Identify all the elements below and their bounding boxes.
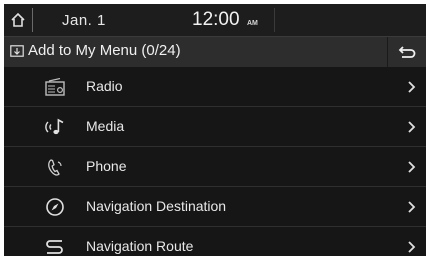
menu-item-label: Phone bbox=[86, 158, 127, 174]
home-button[interactable] bbox=[4, 4, 32, 36]
divider bbox=[32, 8, 33, 32]
menu-list: Radio Media Phone Navigation Destination… bbox=[4, 67, 426, 256]
back-arrow-icon bbox=[398, 46, 416, 58]
menu-item-label: Media bbox=[86, 118, 125, 134]
page-title: Add to My Menu (0/24) bbox=[28, 42, 181, 59]
menu-item-label: Radio bbox=[86, 78, 123, 94]
date-text: Jan. 1 bbox=[62, 12, 106, 29]
title-bar: Add to My Menu (0/24) bbox=[4, 36, 426, 67]
phone-icon bbox=[42, 154, 68, 180]
chevron-right-icon bbox=[408, 241, 416, 253]
menu-item-navigation-route[interactable]: Navigation Route bbox=[4, 227, 426, 256]
menu-item-radio[interactable]: Radio bbox=[4, 67, 426, 107]
navigation-route-icon bbox=[42, 234, 68, 256]
chevron-right-icon bbox=[408, 161, 416, 173]
time-text: 12:00 bbox=[192, 9, 240, 30]
screen: Jan. 1 12:00 AM Add to My Menu (0/24) Ra… bbox=[4, 4, 426, 256]
home-icon bbox=[11, 12, 25, 27]
menu-item-label: Navigation Route bbox=[86, 238, 194, 254]
media-icon bbox=[42, 114, 68, 140]
menu-item-phone[interactable]: Phone bbox=[4, 147, 426, 187]
ampm-text: AM bbox=[247, 20, 258, 27]
navigation-destination-icon bbox=[42, 194, 68, 220]
menu-item-label: Navigation Destination bbox=[86, 198, 227, 214]
radio-icon bbox=[42, 74, 68, 100]
status-bar: Jan. 1 12:00 AM bbox=[4, 4, 426, 36]
add-menu-icon bbox=[10, 45, 24, 57]
menu-item-navigation-destination[interactable]: Navigation Destination bbox=[4, 187, 426, 227]
chevron-right-icon bbox=[408, 121, 416, 133]
back-button[interactable] bbox=[387, 37, 426, 67]
menu-item-media[interactable]: Media bbox=[4, 107, 426, 147]
chevron-right-icon bbox=[408, 81, 416, 93]
divider bbox=[274, 8, 275, 32]
chevron-right-icon bbox=[408, 201, 416, 213]
